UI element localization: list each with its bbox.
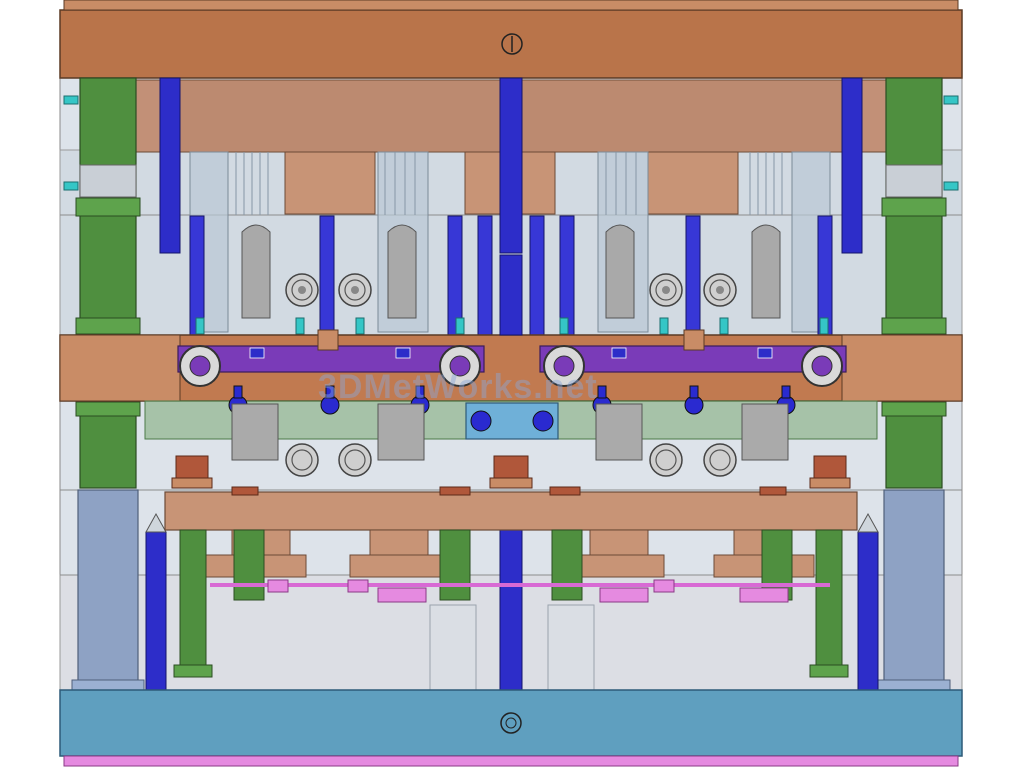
mold-assembly-svg: 3DMetWorks.net [59, 0, 963, 767]
cavity-plate-lip-right [841, 334, 963, 402]
locking-block-bolt-icon [532, 410, 554, 432]
mold-assembly-drawing: 3DMetWorks.net [0, 0, 1024, 768]
locking-block-bolt-icon [470, 410, 492, 432]
cavity-insert [647, 151, 739, 215]
ejector-plate [164, 491, 858, 531]
cavity-insert [284, 151, 376, 215]
ejector-hole-icon [500, 712, 522, 734]
bottom-insulation-strip [63, 755, 959, 767]
center-sprue-pin [499, 254, 523, 336]
cavity-plate-lip-left [59, 334, 181, 402]
watermark-text: 3DMetWorks.net [318, 368, 598, 406]
slide-plate-tab [317, 329, 339, 351]
slide-plate-tab [683, 329, 705, 351]
top-clamp-strip [63, 0, 959, 11]
